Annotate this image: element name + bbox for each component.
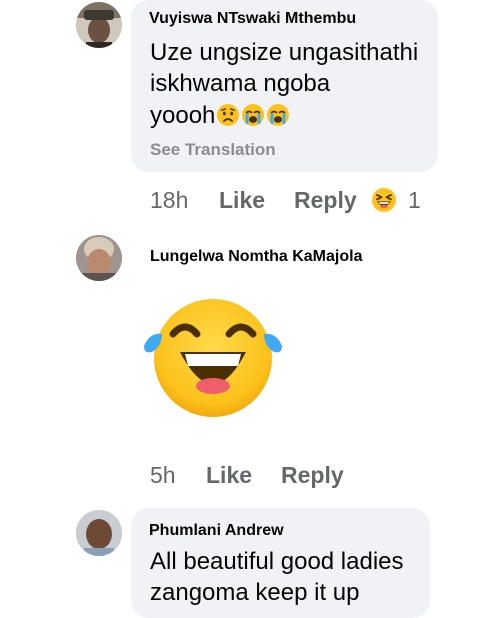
- comment-bubble: Phumlani Andrew All beautiful good ladie…: [131, 508, 430, 618]
- comment-text-line-with-emoji: yoooh: [150, 100, 290, 131]
- comment-text-line: Uze ungsize ungasithathi: [150, 39, 419, 66]
- laughing-tears-sticker-icon[interactable]: [140, 294, 286, 418]
- laughing-squint-emoji-icon[interactable]: [371, 187, 397, 213]
- comment-author[interactable]: Vuyiswa NTswaki Mthembu: [149, 10, 356, 28]
- reply-button[interactable]: Reply: [294, 187, 357, 214]
- comment-timestamp[interactable]: 18h: [150, 187, 188, 214]
- avatar[interactable]: [76, 510, 122, 556]
- comment-timestamp[interactable]: 5h: [150, 462, 176, 489]
- avatar-photo: [76, 2, 122, 48]
- comment-bubble: Vuyiswa NTswaki Mthembu Uze ungsize unga…: [131, 0, 438, 172]
- avatar-photo: [76, 510, 122, 556]
- comment-author[interactable]: Phumlani Andrew: [149, 522, 284, 540]
- reply-button[interactable]: Reply: [281, 462, 344, 489]
- comment-author[interactable]: Lungelwa Nomtha KaMajola: [150, 248, 362, 266]
- reaction-count[interactable]: 1: [408, 187, 421, 214]
- avatar[interactable]: [76, 235, 122, 281]
- crying-face-emoji-icon: [242, 104, 265, 126]
- comment-text-line: All beautiful good ladies: [150, 548, 404, 575]
- avatar-photo: [76, 235, 122, 281]
- like-button[interactable]: Like: [206, 462, 252, 489]
- comment-text: yoooh: [150, 102, 216, 129]
- crying-face-emoji-icon: [267, 104, 290, 126]
- sad-face-emoji-icon: [217, 104, 240, 126]
- like-button[interactable]: Like: [219, 187, 265, 214]
- comment-text-line: iskhwama ngoba: [150, 70, 331, 97]
- see-translation-link[interactable]: See Translation: [150, 140, 276, 160]
- comment-text-line: zangoma keep it up: [150, 579, 360, 606]
- avatar[interactable]: [76, 2, 122, 48]
